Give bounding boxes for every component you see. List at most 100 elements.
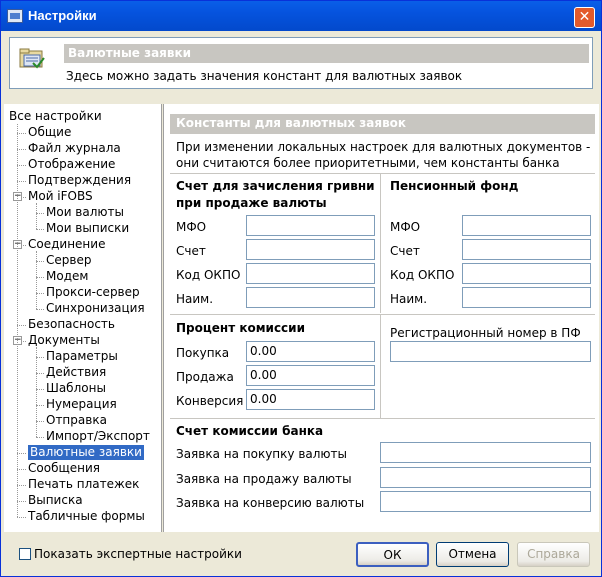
tree-item[interactable]: Валютные заявки (28, 445, 144, 460)
account-mfo-input[interactable] (246, 215, 375, 236)
tree-connector (36, 293, 44, 294)
bank-commission-sell-label: Заявка на продажу валюты (176, 472, 352, 486)
tree-item[interactable]: Действия (46, 365, 106, 380)
tree-item[interactable]: Сообщения (28, 461, 100, 476)
expert-settings-label[interactable]: Показать экспертные настройки (34, 547, 242, 561)
pension-mfo-input[interactable] (462, 215, 591, 236)
bank-commission-buy-input[interactable] (380, 442, 591, 463)
ok-button[interactable]: ОК (356, 542, 429, 567)
pension-okpo-input[interactable] (462, 263, 591, 284)
tree-connector (36, 213, 44, 214)
tree-item[interactable]: Отображение (28, 157, 115, 172)
tree-connector (17, 501, 26, 502)
commission-group-title: Процент комиссии (176, 321, 305, 335)
pension-account-input[interactable] (462, 239, 591, 260)
tree-item[interactable]: Отправка (46, 413, 107, 428)
commission-sell-input[interactable]: 0.00 (246, 365, 375, 386)
pension-group-title: Пенсионный фонд (390, 179, 519, 193)
help-button[interactable]: Справка (517, 542, 590, 567)
tree-item[interactable]: Модем (46, 269, 88, 284)
tree-connector (17, 485, 26, 486)
tree-connector (36, 373, 44, 374)
currency-orders-panel: Константы для валютных заявок При измене… (170, 114, 596, 528)
divider (170, 314, 595, 315)
tree-connector (36, 347, 37, 437)
commission-buy-input[interactable]: 0.00 (246, 341, 375, 362)
cancel-button[interactable]: Отмена (436, 542, 509, 567)
tree-connector (36, 251, 37, 309)
tree-item[interactable]: Выписка (28, 493, 83, 508)
tree-item[interactable]: Файл журнала (28, 141, 121, 156)
commission-conversion-input[interactable]: 0.00 (246, 389, 375, 410)
account-okpo-input[interactable] (246, 263, 375, 284)
tree-item[interactable]: Мой iFOBS (28, 189, 93, 204)
tree-connector (17, 165, 26, 166)
account-number-input[interactable] (246, 239, 375, 260)
tree-item[interactable]: Сервер (46, 253, 91, 268)
page-header: Валютные заявки Здесь можно задать значе… (9, 37, 593, 89)
tree-item[interactable]: Параметры (46, 349, 118, 364)
pension-mfo-label: МФО (390, 220, 421, 234)
tree-connector (17, 149, 26, 150)
account-okpo-label: Код ОКПО (176, 268, 241, 282)
section-hint: При изменении локальных настроек для вал… (176, 140, 591, 170)
bank-commission-buy-label: Заявка на покупку валюты (176, 447, 347, 461)
tree-connector (36, 389, 44, 390)
bank-commission-conversion-input[interactable] (380, 491, 591, 512)
tree-connector (36, 437, 44, 438)
settings-window: Настройки ✕ Валютные заявки Здесь можно … (0, 0, 602, 577)
settings-content: Константы для валютных заявок При измене… (163, 104, 599, 532)
tree-item[interactable]: Импорт/Экспорт (46, 429, 150, 444)
tree-item[interactable]: Мои выписки (46, 221, 129, 236)
tree-item[interactable]: Синхронизация (46, 301, 145, 316)
tree-item[interactable]: Все настройки (9, 109, 102, 124)
close-button[interactable]: ✕ (574, 7, 595, 28)
tree-item[interactable]: Табличные формы (28, 509, 145, 524)
expert-settings-checkbox[interactable] (19, 548, 31, 560)
tree-connector (36, 309, 44, 310)
tree-connector (17, 469, 26, 470)
divider (170, 418, 595, 419)
pension-okpo-label: Код ОКПО (390, 268, 455, 282)
tree-connector (17, 453, 26, 454)
settings-tree[interactable]: Все настройки Общие Файл журнала Отображени… (4, 104, 162, 532)
title-bar[interactable]: Настройки ✕ (1, 1, 601, 31)
tree-item[interactable]: Шаблоны (46, 381, 106, 396)
page-title: Валютные заявки (64, 44, 589, 63)
tree-item[interactable]: Документы (28, 333, 100, 348)
divider (380, 314, 381, 418)
section-title: Константы для валютных заявок (170, 114, 595, 134)
bank-commission-sell-input[interactable] (380, 467, 591, 488)
tree-connector (36, 203, 37, 229)
tree-connector (17, 181, 26, 182)
tree-item[interactable]: Соединение (28, 237, 105, 252)
pf-reg-input[interactable] (390, 341, 591, 362)
pension-account-label: Счет (390, 244, 420, 258)
tree-item[interactable]: Мои валюты (46, 205, 124, 220)
settings-folder-icon (19, 48, 45, 69)
tree-item[interactable]: Безопасность (28, 317, 115, 332)
commission-sell-label: Продажа (176, 370, 234, 384)
tree-item[interactable]: Нумерация (46, 397, 117, 412)
pension-name-input[interactable] (462, 287, 591, 308)
tree-connector (36, 261, 44, 262)
commission-conversion-label: Конверсия (176, 394, 244, 408)
tree-connector (17, 517, 26, 518)
tree-item[interactable]: Подтверждения (28, 173, 131, 188)
tree-connector (17, 124, 18, 517)
tree-item[interactable]: Прокси-сервер (46, 285, 140, 300)
account-number-label: Счет (176, 244, 206, 258)
close-icon: ✕ (578, 9, 591, 25)
tree-connector (36, 405, 44, 406)
tree-item[interactable]: Печать платежек (28, 477, 139, 492)
account-name-label: Наим. (176, 292, 214, 306)
account-group-title: Счет для зачисления гривни при продаже в… (176, 179, 375, 210)
bank-commission-conversion-label: Заявка на конверсию валюты (176, 496, 365, 510)
tree-item[interactable]: Общие (28, 125, 71, 140)
commission-buy-label: Покупка (176, 346, 230, 360)
tree-connector (17, 133, 26, 134)
account-name-input[interactable] (246, 287, 375, 308)
window-title: Настройки (28, 8, 97, 23)
tree-connector (36, 421, 44, 422)
account-mfo-label: МФО (176, 220, 207, 234)
